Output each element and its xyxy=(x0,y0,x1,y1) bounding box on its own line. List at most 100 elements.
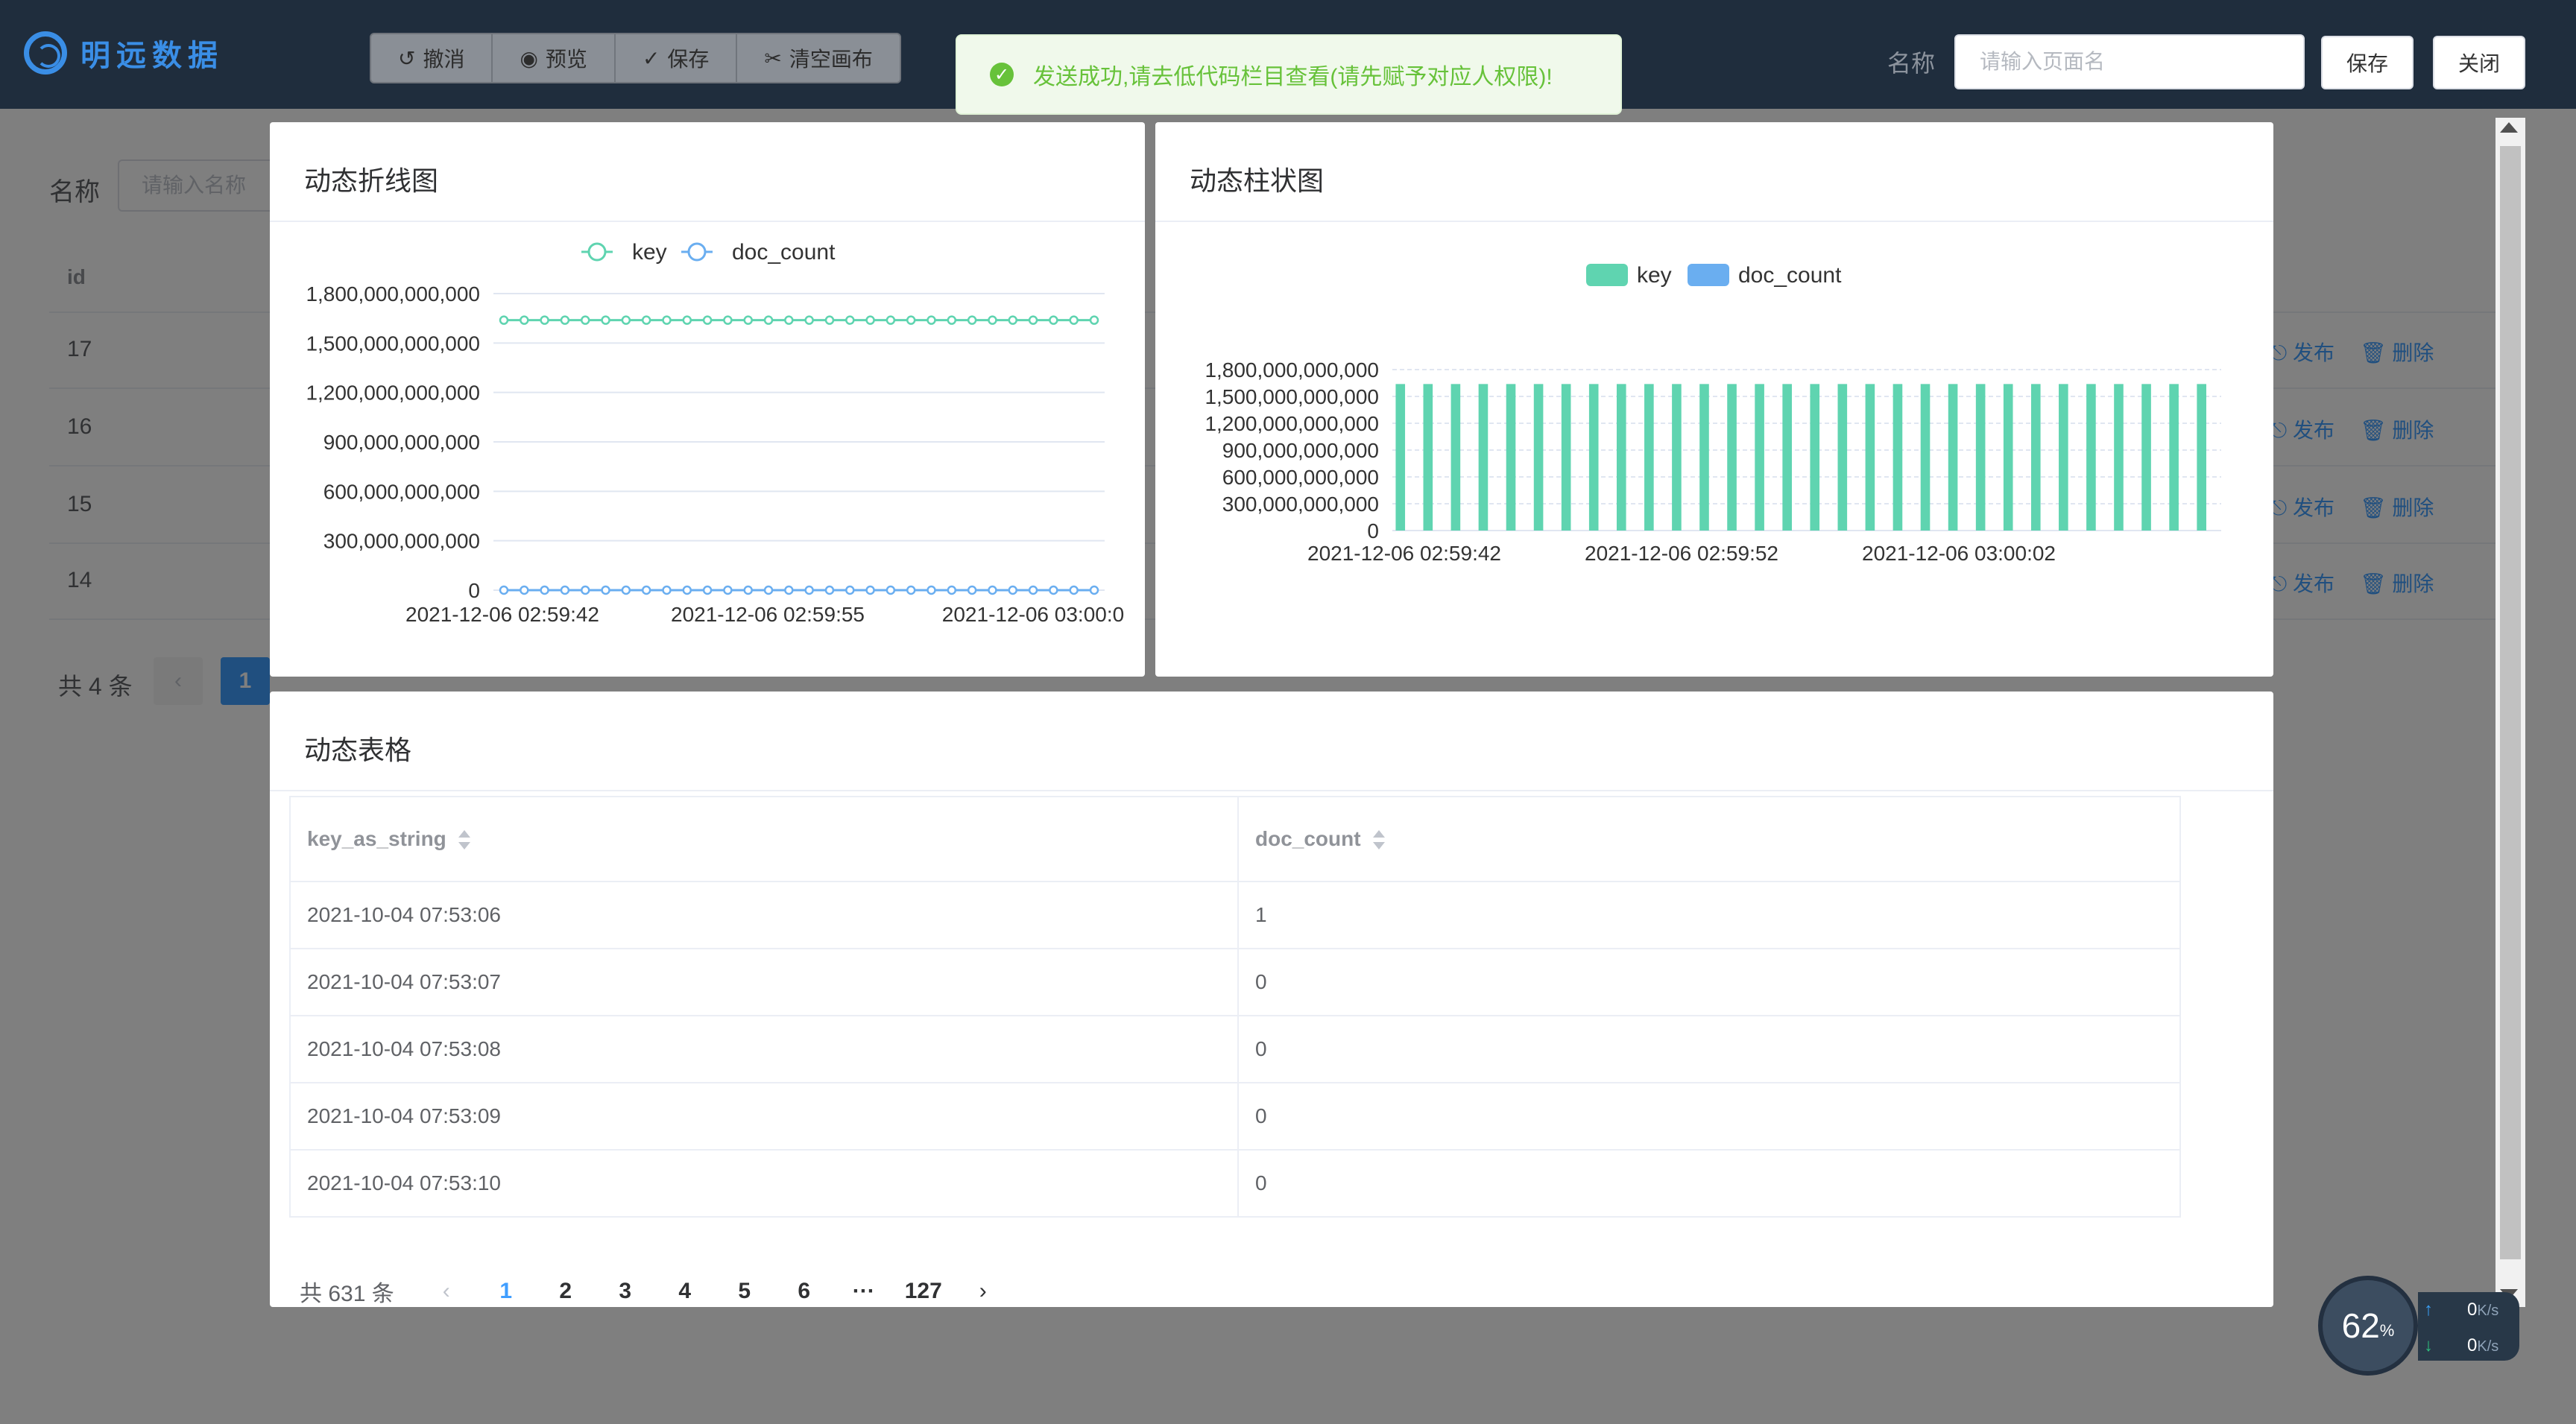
point-doc-count xyxy=(1008,585,1018,595)
usage-percent: 62 xyxy=(2341,1306,2380,1345)
page-2-button[interactable]: 2 xyxy=(536,1279,596,1304)
bar-chart-title: 动态柱状图 xyxy=(1190,165,1325,196)
scroll-up-arrow-icon[interactable] xyxy=(2500,122,2518,133)
bar-key xyxy=(1616,384,1626,531)
download-arrow-icon: ↓ xyxy=(2424,1335,2433,1355)
next-page-button[interactable]: › xyxy=(953,1279,1013,1304)
point-key xyxy=(988,315,997,325)
bar-key xyxy=(1865,384,1875,531)
line-chart-panel: 动态折线图 key doc_count 0 300,000,000,000 600,00… xyxy=(270,122,1145,677)
undo-button[interactable]: ↺ 撤消 xyxy=(371,34,493,82)
page-name-input[interactable] xyxy=(1954,34,2305,89)
bar-key xyxy=(1892,384,1903,531)
bar-key xyxy=(1644,384,1654,531)
clear-canvas-label: 清空画布 xyxy=(789,48,873,71)
bar-key xyxy=(1478,384,1489,531)
bar-key xyxy=(1837,384,1848,531)
data-table: key_as_string doc_count 2021-10-04 07:53… xyxy=(289,796,2181,1218)
download-speed: ↓ 0K/s xyxy=(2424,1335,2499,1355)
save-button[interactable]: 保存 xyxy=(2321,36,2414,89)
point-key xyxy=(967,315,977,325)
point-doc-count xyxy=(784,585,794,595)
y-tick-label: 1,500,000,000,000 xyxy=(1205,385,1379,408)
point-key xyxy=(1049,315,1058,325)
cell-key: 2021-10-04 07:53:07 xyxy=(289,948,1239,1016)
brand-name: 明远数据 xyxy=(80,39,224,72)
cell-doc-count: 0 xyxy=(1237,1149,2181,1218)
legend-key-label: key xyxy=(1637,263,1672,288)
y-tick-label: 1,800,000,000,000 xyxy=(1205,358,1379,382)
point-doc-count xyxy=(540,585,549,595)
point-key xyxy=(824,315,835,325)
point-doc-count xyxy=(804,585,814,595)
prev-page-button[interactable]: ‹ xyxy=(417,1279,476,1304)
upload-speed: ↑ 0K/s xyxy=(2424,1300,2499,1320)
point-key xyxy=(1008,315,1018,325)
chart-legend: key doc_count xyxy=(581,240,836,265)
bar-key xyxy=(2169,384,2179,531)
y-tick-label: 0 xyxy=(1367,519,1379,542)
point-doc-count xyxy=(824,585,835,595)
page-3-button[interactable]: 3 xyxy=(596,1279,655,1304)
more-pages-button[interactable]: ··· xyxy=(834,1279,894,1304)
bar-chart-panel: 动态柱状图 key doc_count 0 300,000,000,000 600,00… xyxy=(1155,122,2273,677)
point-doc-count xyxy=(641,585,651,595)
point-doc-count xyxy=(967,585,977,595)
point-doc-count xyxy=(580,585,590,595)
point-doc-count xyxy=(520,585,529,595)
point-doc-count xyxy=(947,585,957,595)
point-doc-count xyxy=(1089,585,1099,595)
pagination: 共 631 条 ‹ 1 2 3 4 5 6 ··· 127 › xyxy=(300,1265,1013,1317)
logo: 明远数据 xyxy=(24,27,224,79)
bar-key xyxy=(2030,384,2041,531)
sort-icon[interactable] xyxy=(1371,829,1385,851)
bar-key xyxy=(2003,384,2013,531)
sort-icon[interactable] xyxy=(457,829,470,851)
bar-key xyxy=(1450,384,1461,531)
page-6-button[interactable]: 6 xyxy=(774,1279,834,1304)
bar-key xyxy=(1672,384,1682,531)
point-key xyxy=(540,315,549,325)
y-tick-label: 600,000,000,000 xyxy=(323,480,480,503)
point-doc-count xyxy=(601,585,610,595)
success-toast: ✓ 发送成功,请去低代码栏目查看(请先赋予对应人权限)! xyxy=(956,34,1622,115)
page-4-button[interactable]: 4 xyxy=(655,1279,715,1304)
scrollbar-thumb[interactable] xyxy=(2500,146,2521,1259)
page-1-button[interactable]: 1 xyxy=(476,1279,536,1304)
bar-key xyxy=(1810,384,1820,531)
line-chart: key doc_count 0 300,000,000,000 600,000,000,… xyxy=(306,240,1124,626)
bar-key xyxy=(1395,384,1406,531)
table-panel: 动态表格 key_as_string doc_count 2021-10-04 … xyxy=(270,692,2273,1307)
preview-label: 预览 xyxy=(545,48,587,71)
column-header-doc-count[interactable]: doc_count xyxy=(1237,796,2181,882)
toolbar-save-button[interactable]: ✓ 保存 xyxy=(616,34,738,82)
point-doc-count xyxy=(702,585,713,595)
table-row: 2021-10-04 07:53:09 0 xyxy=(289,1082,2181,1151)
network-usage-gauge[interactable]: 62% xyxy=(2318,1276,2418,1376)
point-key xyxy=(906,315,916,325)
close-button[interactable]: 关闭 xyxy=(2433,36,2525,89)
cell-doc-count: 0 xyxy=(1237,948,2181,1016)
point-doc-count xyxy=(763,585,774,595)
point-key xyxy=(702,315,713,325)
bar-key xyxy=(1588,384,1599,531)
table-title: 动态表格 xyxy=(304,735,412,765)
point-key xyxy=(560,315,570,325)
bar-key xyxy=(1782,384,1792,531)
upload-arrow-icon: ↑ xyxy=(2424,1300,2433,1320)
column-header-key[interactable]: key_as_string xyxy=(289,796,1239,882)
page-5-button[interactable]: 5 xyxy=(715,1279,774,1304)
bar-key xyxy=(1533,384,1544,531)
bar-key xyxy=(2059,384,2068,531)
x-tick-label: 2021-12-06 03:00:0 xyxy=(942,603,1124,626)
total-count: 共 631 条 xyxy=(300,1282,394,1306)
point-doc-count xyxy=(560,585,570,595)
point-doc-count xyxy=(886,585,896,595)
undo-icon: ↺ xyxy=(398,46,416,70)
clear-canvas-button[interactable]: ✂ 清空画布 xyxy=(737,34,899,82)
page-127-button[interactable]: 127 xyxy=(894,1279,953,1304)
point-key xyxy=(886,315,896,325)
usage-percent-unit: % xyxy=(2379,1321,2395,1340)
preview-button[interactable]: ◉ 预览 xyxy=(493,34,616,82)
point-doc-count xyxy=(682,585,692,595)
